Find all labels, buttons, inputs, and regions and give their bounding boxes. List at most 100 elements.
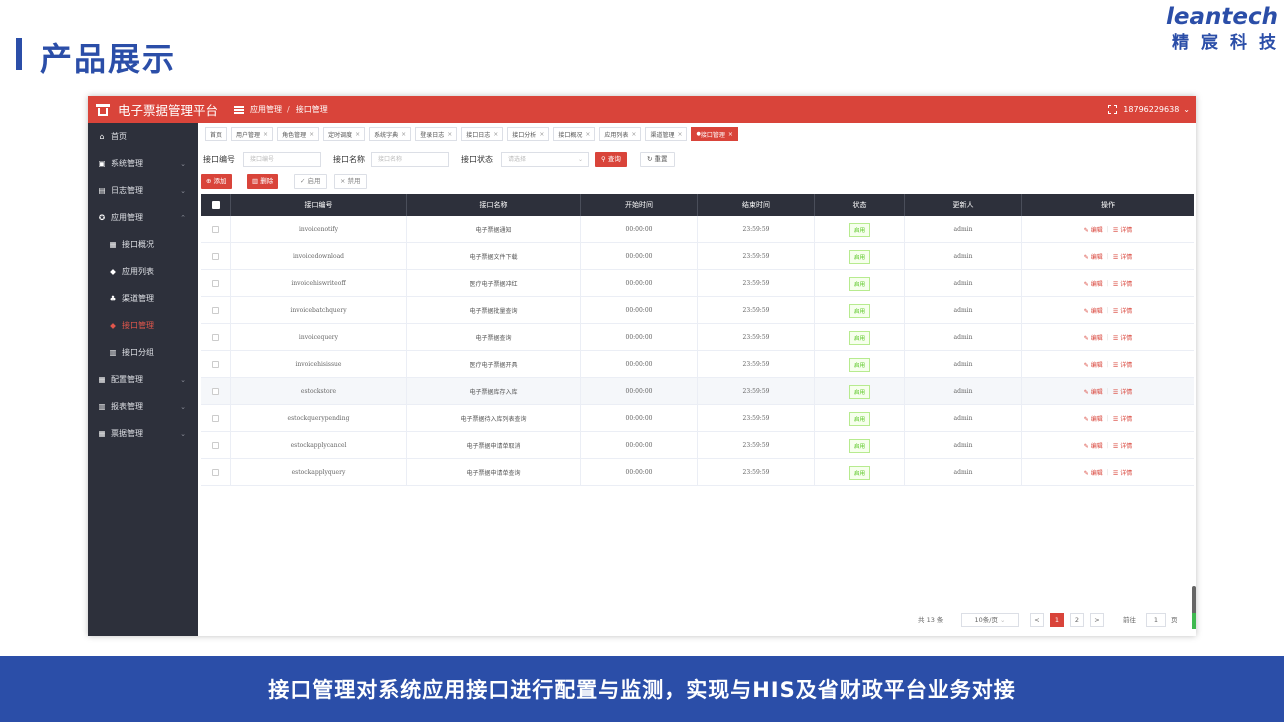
tab-item[interactable]: 渠道管理 × xyxy=(645,127,688,141)
status-select[interactable]: 请选择 ⌄ xyxy=(501,152,589,167)
sidebar-item[interactable]: ▣ 系统管理 ⌄ xyxy=(88,150,198,177)
sidebar-item[interactable]: ▤ 日志管理 ⌄ xyxy=(88,177,198,204)
goto-page-input[interactable]: 1 xyxy=(1146,613,1166,627)
edit-link-label: 编辑 xyxy=(1090,362,1103,369)
edit-link[interactable]: ✎ 编辑 xyxy=(1084,252,1103,261)
close-icon[interactable]: × xyxy=(355,131,360,138)
tab-item[interactable]: ● 接口管理 × xyxy=(691,127,738,141)
tab-item[interactable]: 接口分析 × xyxy=(507,127,550,141)
user-account[interactable]: 18796229638 xyxy=(1123,105,1179,114)
edit-link[interactable]: ✎ 编辑 xyxy=(1084,306,1103,315)
edit-link-label: 编辑 xyxy=(1090,389,1103,396)
row-checkbox[interactable] xyxy=(212,442,219,449)
close-icon[interactable]: × xyxy=(493,131,498,138)
tab-item[interactable]: 角色管理 × xyxy=(277,127,320,141)
page-size-select[interactable]: 10条/页 ⌄ xyxy=(961,613,1019,627)
row-checkbox[interactable] xyxy=(212,307,219,314)
disable-button[interactable]: × 禁用 xyxy=(334,174,367,189)
tab-item[interactable]: 接口概况 × xyxy=(553,127,596,141)
edit-link[interactable]: ✎ 编辑 xyxy=(1084,360,1103,369)
sidebar-item[interactable]: ♣ 渠道管理 xyxy=(88,285,198,312)
tab-item[interactable]: 接口日志 × xyxy=(461,127,504,141)
sidebar-item[interactable]: ⌂ 首页 xyxy=(88,123,198,150)
page-1-button[interactable]: 1 xyxy=(1050,613,1064,627)
detail-link[interactable]: ☰ 详情 xyxy=(1113,279,1132,288)
edit-link[interactable]: ✎ 编辑 xyxy=(1084,468,1103,477)
next-page-button[interactable]: > xyxy=(1090,613,1104,627)
row-checkbox[interactable] xyxy=(212,469,219,476)
select-all-checkbox[interactable] xyxy=(211,201,220,209)
detail-link[interactable]: ☰ 详情 xyxy=(1113,252,1132,261)
detail-link[interactable]: ☰ 详情 xyxy=(1113,441,1132,450)
cell-name: 电子票据查询 xyxy=(407,324,581,351)
sidebar-item[interactable]: ▥ 接口分组 xyxy=(88,339,198,366)
detail-link[interactable]: ☰ 详情 xyxy=(1113,333,1132,342)
row-checkbox[interactable] xyxy=(212,226,219,233)
sidebar-item[interactable]: ▥ 报表管理 ⌄ xyxy=(88,393,198,420)
tab-item[interactable]: 登录日志 × xyxy=(415,127,458,141)
row-checkbox[interactable] xyxy=(212,334,219,341)
tab-item[interactable]: 系统字典 × xyxy=(369,127,412,141)
edit-link[interactable]: ✎ 编辑 xyxy=(1084,279,1103,288)
edit-link[interactable]: ✎ 编辑 xyxy=(1084,225,1103,234)
close-icon[interactable]: × xyxy=(728,131,733,138)
footer-caption: 接口管理对系统应用接口进行配置与监测，实现与HIS及省财政平台业务对接 xyxy=(268,678,1016,702)
sidebar-item[interactable]: ◆ 应用列表 xyxy=(88,258,198,285)
edit-link-label: 编辑 xyxy=(1090,308,1103,315)
breadcrumb-item[interactable]: 应用管理 xyxy=(250,104,282,115)
row-checkbox[interactable] xyxy=(212,361,219,368)
close-icon[interactable]: × xyxy=(447,131,452,138)
detail-link[interactable]: ☰ 详情 xyxy=(1113,225,1132,234)
fullscreen-icon[interactable] xyxy=(1108,105,1118,114)
row-checkbox[interactable] xyxy=(212,253,219,260)
prev-page-button[interactable]: < xyxy=(1030,613,1044,627)
chevron-down-icon[interactable]: ⌄ xyxy=(1183,105,1190,114)
interface-table: 接口编号 接口名称 开始时间 结束时间 状态 更新人 操作 invoicenotify 电子票… xyxy=(201,194,1194,486)
close-icon[interactable]: × xyxy=(539,131,544,138)
search-button[interactable]: ⚲ 查询 xyxy=(595,152,627,167)
edit-link[interactable]: ✎ 编辑 xyxy=(1084,333,1103,342)
page-2-button[interactable]: 2 xyxy=(1070,613,1084,627)
close-icon[interactable]: × xyxy=(263,131,268,138)
close-icon[interactable]: × xyxy=(309,131,314,138)
row-checkbox[interactable] xyxy=(212,280,219,287)
sidebar-item[interactable]: ✪ 应用管理 ⌃ xyxy=(88,204,198,231)
add-button[interactable]: ⊕ 添加 xyxy=(201,174,232,189)
close-icon[interactable]: × xyxy=(631,131,636,138)
cell-code: estockstore xyxy=(231,378,407,405)
delete-button[interactable]: ▥ 删除 xyxy=(247,174,279,189)
close-icon[interactable]: × xyxy=(677,131,682,138)
tab-item[interactable]: 用户管理 × xyxy=(231,127,274,141)
hamburger-menu-icon[interactable] xyxy=(234,105,245,114)
sidebar-item[interactable]: ▦ 接口概况 xyxy=(88,231,198,258)
disable-button-label: 禁用 xyxy=(347,177,361,185)
tab-item[interactable]: 定时调度 × xyxy=(323,127,366,141)
sidebar-item[interactable]: ▦ 配置管理 ⌄ xyxy=(88,366,198,393)
tab-item[interactable]: 应用列表 × xyxy=(599,127,642,141)
edit-link[interactable]: ✎ 编辑 xyxy=(1084,414,1103,423)
sidebar-item[interactable]: ▦ 票据管理 ⌄ xyxy=(88,420,198,447)
cell-updater: admin xyxy=(905,297,1022,324)
detail-link[interactable]: ☰ 详情 xyxy=(1113,414,1132,423)
tab-item[interactable]: 首页 xyxy=(205,127,228,141)
row-checkbox[interactable] xyxy=(212,388,219,395)
row-select-cell xyxy=(201,297,231,324)
edit-link[interactable]: ✎ 编辑 xyxy=(1084,441,1103,450)
reset-button[interactable]: ↻ 重置 xyxy=(640,152,675,167)
sidebar-item[interactable]: ◆ 接口管理 xyxy=(88,312,198,339)
app-title: 电子票据管理平台 xyxy=(118,103,219,118)
close-icon[interactable]: × xyxy=(585,131,590,138)
close-icon[interactable]: × xyxy=(401,131,406,138)
row-checkbox[interactable] xyxy=(212,415,219,422)
detail-link[interactable]: ☰ 详情 xyxy=(1113,360,1132,369)
name-input[interactable]: 接口名称 xyxy=(371,152,449,167)
enable-button[interactable]: ✓ 启用 xyxy=(294,174,327,189)
goto-label: 前往 xyxy=(1123,616,1136,624)
tab-label: 角色管理 xyxy=(282,131,307,139)
cell-code: invoicenotify xyxy=(231,216,407,243)
code-input[interactable]: 接口编号 xyxy=(243,152,321,167)
detail-link[interactable]: ☰ 详情 xyxy=(1113,468,1132,477)
detail-link[interactable]: ☰ 详情 xyxy=(1113,387,1132,396)
detail-link[interactable]: ☰ 详情 xyxy=(1113,306,1132,315)
edit-link[interactable]: ✎ 编辑 xyxy=(1084,387,1103,396)
